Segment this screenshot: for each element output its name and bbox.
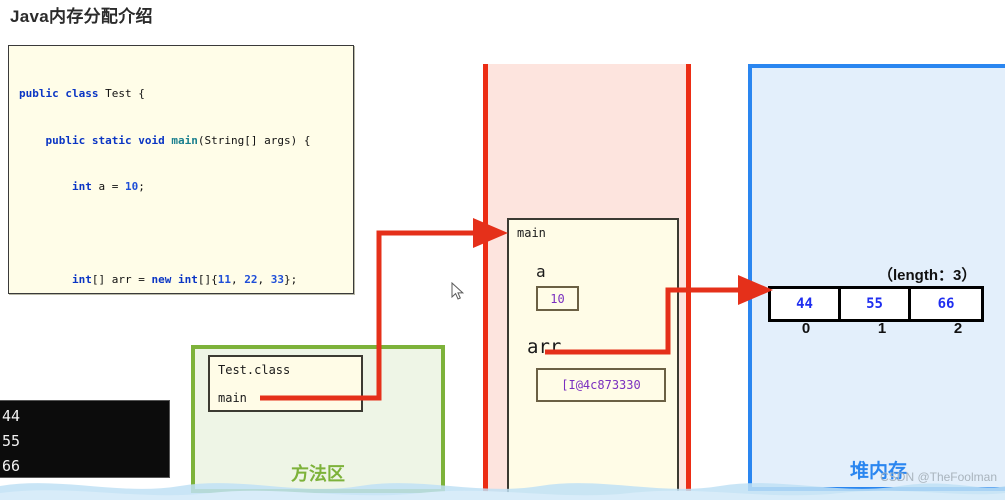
console-line: 44	[2, 407, 21, 425]
console-line: 55	[2, 432, 21, 450]
stack-frame-name: main	[517, 226, 546, 240]
stack-var-a-name: a	[536, 262, 546, 281]
stack-memory-region: main a 10 arr [I@4c873330 栈内存	[483, 64, 691, 500]
class-name-label: Test.class	[218, 363, 291, 377]
stack-frame-main: main a 10 arr [I@4c873330	[507, 218, 679, 498]
array-length-label: （length：3）	[878, 267, 977, 284]
array-cell: 66	[937, 296, 955, 312]
array-index: 2	[953, 320, 963, 337]
console-output: 44 55 66	[0, 400, 170, 478]
array-index: 0	[801, 320, 811, 337]
code-line: int a = 10;	[71, 180, 145, 193]
class-box: Test.class main	[208, 355, 363, 412]
watermark-label: CSDN @TheFoolman	[880, 470, 997, 484]
stack-var-arr-value: [I@4c873330	[536, 368, 666, 402]
heap-memory-region: （length：3） 44 55 66 0 1 2 堆内存	[748, 64, 1005, 491]
page-title: Java内存分配介绍	[10, 7, 153, 26]
code-block: public class Test { public static void m…	[8, 45, 354, 294]
mouse-cursor-icon	[451, 282, 465, 300]
code-line: int[] arr = new int[]{11, 22, 33};	[71, 273, 298, 286]
code-line: public class Test {	[19, 87, 145, 100]
diagram-canvas: Java内存分配介绍 public class Test { public st…	[0, 0, 1005, 500]
class-method-label: main	[218, 391, 247, 405]
console-line: 66	[2, 457, 21, 475]
code-line: public static void main(String[] args) {	[45, 133, 311, 147]
heap-array: 44 55 66	[768, 286, 984, 322]
array-index: 1	[877, 320, 887, 337]
method-area-label: 方法区	[291, 464, 345, 484]
stack-var-arr-name: arr	[527, 336, 562, 358]
code-lines: public class Test { public static void m…	[9, 46, 353, 293]
stack-var-a-value: 10	[536, 286, 579, 311]
array-cell: 44	[771, 289, 841, 319]
array-cell: 55	[841, 289, 911, 319]
heap-array-indices: 0 1 2	[768, 320, 996, 337]
method-area-region: Test.class main 方法区	[191, 345, 445, 493]
